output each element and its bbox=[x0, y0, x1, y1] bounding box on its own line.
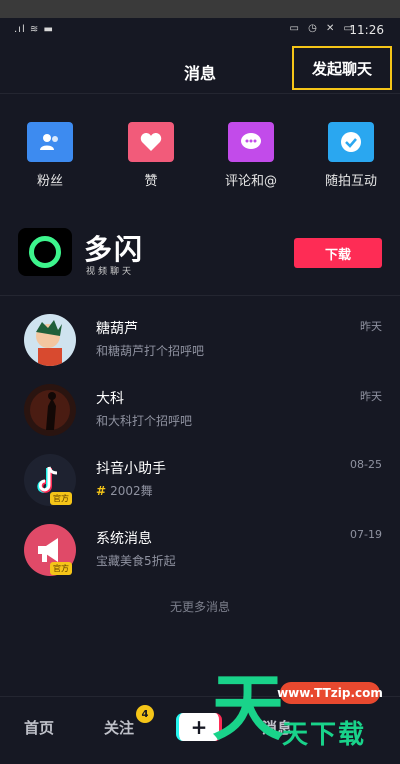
promo-banner: 多闪 视频聊天 下载 bbox=[0, 226, 400, 296]
official-badge: 官方 bbox=[50, 492, 72, 505]
quick-action-comments[interactable]: 评论和@ bbox=[211, 122, 291, 189]
follow-count-badge: 4 bbox=[136, 705, 154, 723]
list-item[interactable]: 官方 系统消息 宝藏美食5折起 07-19 bbox=[0, 518, 400, 584]
contact-name: 系统消息 bbox=[96, 531, 152, 547]
download-button[interactable]: 下载 bbox=[294, 238, 382, 268]
list-item[interactable]: 官方 抖音小助手 #2002舞 08-25 bbox=[0, 448, 400, 514]
heart-icon bbox=[128, 122, 174, 162]
signal-wifi-icons: .ıl ≋ ▬ bbox=[14, 24, 54, 35]
check-icon bbox=[328, 122, 374, 162]
message-time: 07-19 bbox=[350, 528, 382, 541]
watermark-url: www.TTzip.com bbox=[277, 682, 383, 704]
header: 消息 发起聊天 bbox=[0, 42, 400, 94]
system-status-icons: ▭ ◷ ✕ ▭ bbox=[289, 23, 356, 34]
promo-name: 多闪 bbox=[84, 233, 145, 266]
start-chat-button[interactable]: 发起聊天 bbox=[292, 46, 392, 90]
quick-action-fans[interactable]: 粉丝 bbox=[10, 122, 90, 189]
message-preview: 宝藏美食5折起 bbox=[96, 554, 176, 568]
status-bar: .ıl ≋ ▬ ▭ ◷ ✕ ▭ 11:26 bbox=[0, 0, 400, 42]
avatar bbox=[24, 384, 76, 436]
quick-action-label: 评论和@ bbox=[224, 174, 277, 189]
contact-name: 大科 bbox=[96, 391, 124, 407]
top-strip bbox=[0, 0, 400, 18]
quick-action-label: 粉丝 bbox=[36, 174, 63, 189]
contact-name: 糖葫芦 bbox=[96, 321, 138, 337]
message-preview: 和糖葫芦打个招呼吧 bbox=[96, 344, 205, 358]
fans-icon bbox=[27, 122, 73, 162]
message-preview: #2002舞 bbox=[96, 484, 153, 498]
quick-action-likes[interactable]: 赞 bbox=[111, 122, 191, 189]
message-time: 昨天 bbox=[360, 390, 382, 403]
avatar bbox=[24, 314, 76, 366]
message-time: 08-25 bbox=[350, 458, 382, 471]
list-item[interactable]: 糖葫芦 和糖葫芦打个招呼吧 昨天 bbox=[0, 308, 400, 374]
quick-action-interactions[interactable]: 随拍互动 bbox=[311, 122, 391, 189]
tab-follow[interactable]: 关注 bbox=[104, 717, 134, 738]
official-badge: 官方 bbox=[50, 562, 72, 575]
contact-name: 抖音小助手 bbox=[96, 461, 166, 477]
watermark-text: 天下载 bbox=[282, 720, 367, 750]
tab-home[interactable]: 首页 bbox=[24, 717, 54, 738]
message-time: 昨天 bbox=[360, 320, 382, 333]
watermark-glyph: 天 bbox=[212, 666, 285, 750]
hashtag-icon: # bbox=[96, 484, 107, 498]
comment-icon bbox=[228, 122, 274, 162]
clock: 11:26 bbox=[349, 23, 384, 37]
quick-action-label: 随拍互动 bbox=[324, 174, 377, 189]
duoshan-logo-icon bbox=[18, 228, 72, 276]
no-more-messages: 无更多消息 bbox=[169, 600, 230, 614]
quick-action-label: 赞 bbox=[144, 174, 158, 189]
message-preview: 和大科打个招呼吧 bbox=[96, 414, 193, 428]
promo-subtitle: 视频聊天 bbox=[86, 267, 135, 277]
list-item[interactable]: 大科 和大科打个招呼吧 昨天 bbox=[0, 378, 400, 444]
